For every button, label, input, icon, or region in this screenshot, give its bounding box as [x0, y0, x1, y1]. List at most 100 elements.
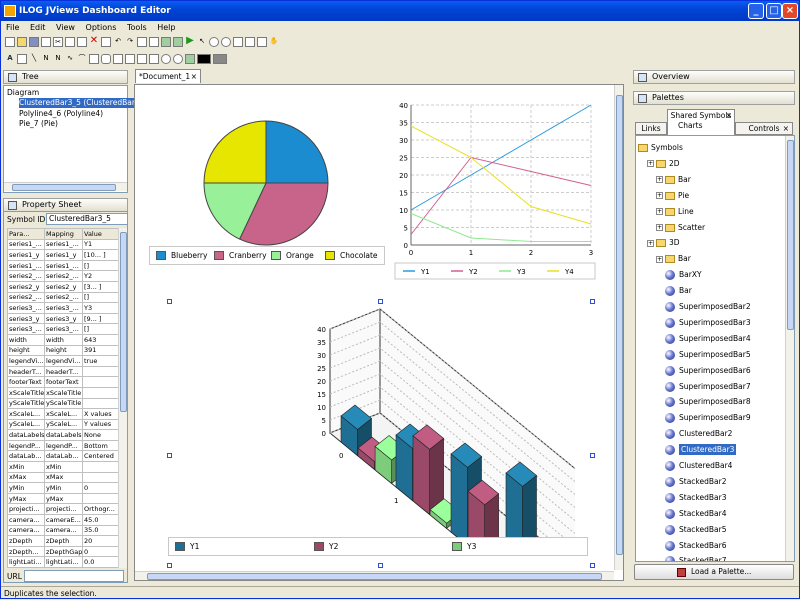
- property-value-cell[interactable]: [9... ]: [82, 312, 121, 325]
- open-icon[interactable]: [17, 37, 27, 47]
- property-row[interactable]: height height 391: [7, 344, 121, 357]
- tab-controls[interactable]: Controls ×: [735, 122, 793, 135]
- property-row[interactable]: dataLab... dataLab... Centered: [7, 450, 121, 463]
- selection-handle[interactable]: [378, 563, 383, 568]
- palette-symbol[interactable]: SuperimposedBar5: [665, 347, 751, 362]
- bar3d-chart[interactable]: 05101520253035400123: [305, 303, 575, 539]
- run-icon[interactable]: ▶: [185, 36, 195, 47]
- line-chart[interactable]: 0 5 10 15 20 25 30 35 40 0 1 2 3 Y1 Y2 Y3 Y4: [393, 99, 598, 284]
- palette-symbol[interactable]: BarXY: [665, 267, 702, 282]
- property-value-cell[interactable]: Bottom: [82, 439, 121, 452]
- copy-icon[interactable]: [65, 37, 75, 47]
- maximize-button[interactable]: □: [766, 3, 782, 19]
- select-icon[interactable]: ↖: [197, 37, 207, 47]
- selection-handle[interactable]: [590, 563, 595, 568]
- front-icon[interactable]: [161, 37, 171, 47]
- property-row[interactable]: series1_y series1_y [10... ]: [7, 249, 121, 261]
- palette-symbol[interactable]: StackedBar3: [665, 490, 726, 505]
- close-tab-icon[interactable]: ×: [783, 123, 789, 134]
- palette-folder[interactable]: +2D: [647, 156, 680, 171]
- scroll-thumb[interactable]: [12, 184, 116, 191]
- cut-icon[interactable]: ✂: [53, 37, 63, 47]
- circle-icon[interactable]: [173, 54, 183, 64]
- scroll-thumb[interactable]: [120, 232, 127, 412]
- tree-item-polyline[interactable]: Polyline4_6 (Polyline4): [19, 109, 103, 119]
- property-value-cell[interactable]: true: [82, 355, 121, 367]
- image-icon[interactable]: [185, 54, 195, 64]
- property-value-cell[interactable]: []: [82, 291, 121, 304]
- property-row[interactable]: series2_y series2_y [3... ]: [7, 280, 121, 293]
- selection-handle[interactable]: [590, 299, 595, 304]
- property-value-cell[interactable]: []: [82, 259, 121, 272]
- url-field[interactable]: [24, 570, 124, 582]
- palette-symbol[interactable]: SuperimposedBar8: [665, 394, 751, 409]
- arc-icon[interactable]: ⌒: [77, 54, 87, 64]
- rect4-icon[interactable]: [149, 54, 159, 64]
- tab-charts[interactable]: Shared Symbols Charts ×: [667, 109, 735, 135]
- overview-header[interactable]: Overview: [633, 70, 795, 84]
- rectangle-icon[interactable]: [89, 54, 99, 64]
- property-value-cell[interactable]: []: [82, 323, 121, 335]
- property-row[interactable]: series3_... series3_...[]: [7, 323, 121, 335]
- palette-symbol[interactable]: SuperimposedBar9: [665, 410, 751, 425]
- palette-vscroll[interactable]: [785, 136, 794, 561]
- property-value-cell[interactable]: 391: [82, 344, 121, 357]
- spline-icon[interactable]: ∿: [65, 54, 75, 64]
- pie-chart[interactable]: [201, 118, 331, 248]
- back-icon[interactable]: [173, 37, 183, 47]
- palette-folder[interactable]: + Scatter: [656, 220, 705, 235]
- rounded-rect-icon[interactable]: [101, 54, 111, 64]
- property-row[interactable]: series2_... series2_... Y2: [7, 270, 121, 282]
- new-icon[interactable]: [5, 37, 15, 47]
- zoom-fit-icon[interactable]: [233, 37, 243, 47]
- property-row[interactable]: xMin xMin: [7, 461, 121, 473]
- property-row[interactable]: yScaleTitle yScaleTitle: [7, 397, 121, 410]
- property-value-cell[interactable]: None: [82, 429, 121, 441]
- palette-symbol[interactable]: ClusteredBar3: [665, 442, 737, 457]
- property-row[interactable]: legendP... legendP... Bottom: [7, 439, 121, 452]
- undo-icon[interactable]: ↶: [113, 37, 123, 47]
- property-value-cell[interactable]: 643: [82, 333, 121, 346]
- text-icon[interactable]: A: [5, 54, 15, 64]
- title-bar[interactable]: ILOG JViews Dashboard Editor _ □ ×: [1, 1, 799, 21]
- property-value-cell[interactable]: Y1: [82, 238, 121, 251]
- property-value-cell[interactable]: 0: [82, 482, 121, 494]
- zoom-out-icon[interactable]: [221, 37, 231, 47]
- property-value-cell[interactable]: 35.0: [82, 524, 121, 537]
- property-row[interactable]: yScaleL... yScaleL... Y values: [7, 418, 121, 431]
- expand-icon[interactable]: +: [656, 176, 663, 184]
- palette-symbol[interactable]: StackedBar2: [665, 474, 726, 489]
- load-palette-button[interactable]: Load a Palette...: [634, 564, 794, 580]
- property-row[interactable]: series2_... series2_...[]: [7, 291, 121, 304]
- palette-folder[interactable]: Symbols: [638, 140, 683, 155]
- property-value-cell[interactable]: [82, 386, 121, 399]
- document-canvas[interactable]: Blueberry Cranberry Orange Chocolate 0 5 1…: [134, 84, 624, 581]
- palette-symbol[interactable]: StackedBar5: [665, 522, 726, 537]
- fill-color-icon[interactable]: [197, 54, 211, 64]
- property-value-cell[interactable]: 20: [82, 535, 121, 547]
- palette-folder[interactable]: + Bar: [656, 251, 691, 266]
- polyline-icon[interactable]: N: [41, 54, 51, 64]
- tab-links[interactable]: Links: [635, 122, 667, 135]
- expand-icon[interactable]: +: [656, 192, 663, 200]
- delete-icon[interactable]: ✕: [89, 36, 99, 47]
- ellipse-icon[interactable]: [161, 54, 171, 64]
- property-value-cell[interactable]: [82, 461, 121, 473]
- scroll-thumb[interactable]: [616, 95, 623, 555]
- menu-help[interactable]: Help: [154, 21, 178, 34]
- property-value-cell[interactable]: Orthogr...: [82, 503, 121, 516]
- property-value-cell[interactable]: [10... ]: [82, 249, 121, 261]
- property-row[interactable]: footerText footerText: [7, 376, 121, 388]
- palette-symbol[interactable]: SuperimposedBar6: [665, 363, 751, 378]
- property-value-cell[interactable]: [82, 471, 121, 484]
- selection-handle[interactable]: [167, 563, 172, 568]
- stroke-color-icon[interactable]: [213, 54, 227, 64]
- column-header-mapping[interactable]: Mapping: [44, 228, 83, 240]
- property-row[interactable]: dataLabels dataLabels None: [7, 429, 121, 441]
- palette-symbol[interactable]: SuperimposedBar3: [665, 315, 751, 330]
- zoom-100-icon[interactable]: [245, 37, 255, 47]
- property-value-cell[interactable]: [82, 365, 121, 378]
- menu-file[interactable]: File: [3, 21, 22, 34]
- property-row[interactable]: zDepth zDepth 20: [7, 535, 121, 547]
- palette-folder[interactable]: + Bar: [656, 172, 691, 187]
